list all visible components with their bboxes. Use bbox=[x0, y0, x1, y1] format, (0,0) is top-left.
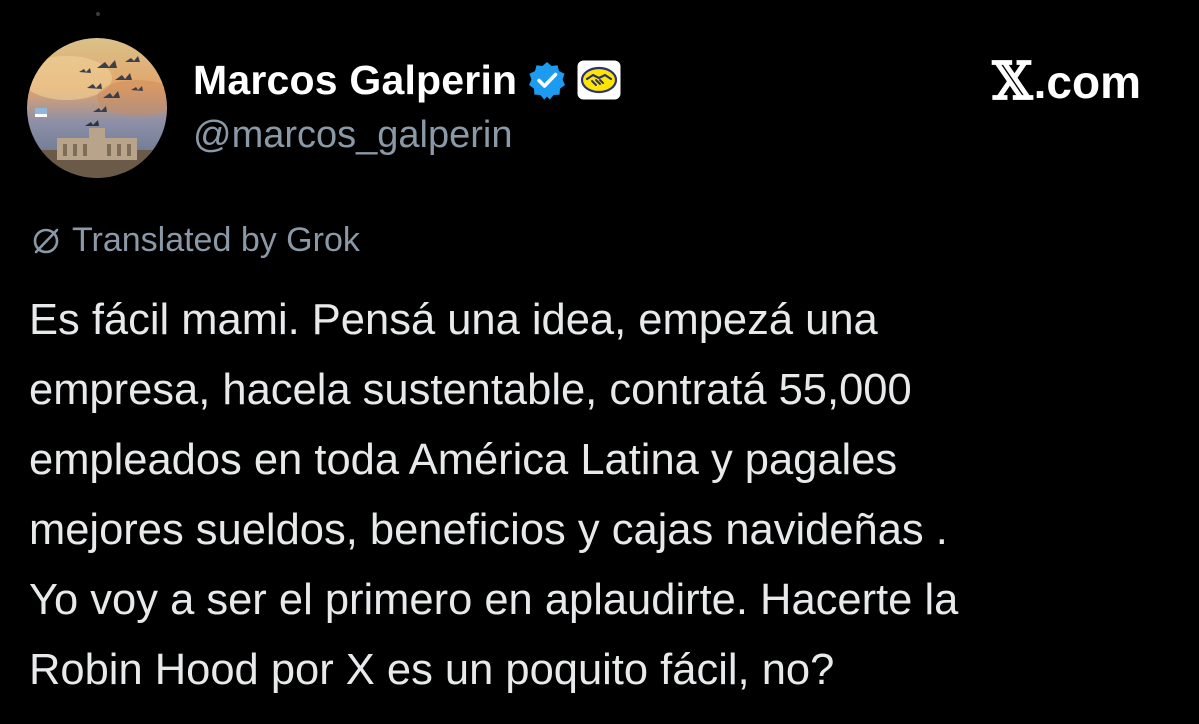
top-edge-dot bbox=[96, 12, 100, 16]
site-domain-suffix: .com bbox=[1033, 56, 1141, 108]
mercado-libre-handshake-icon[interactable] bbox=[577, 60, 621, 100]
post-text-line: empresa, hacela sustentable, contratá 55… bbox=[29, 366, 912, 414]
author-name-row: Marcos Galperin bbox=[193, 54, 621, 106]
post-text-line: Es fácil mami. Pensá una idea, empezá un… bbox=[29, 296, 878, 344]
post-text-line: mejores sueldos, beneficios y cajas navi… bbox=[29, 506, 948, 554]
translation-notice[interactable]: Translated by Grok bbox=[30, 221, 360, 260]
post-body: Es fácil mami. Pensá una idea, empezá un… bbox=[29, 285, 1189, 705]
author-handle[interactable]: @marcos_galperin bbox=[193, 114, 513, 157]
x-logo-icon: 𝕏 bbox=[992, 51, 1033, 112]
translation-label: Translated by Grok bbox=[72, 221, 360, 259]
post-text-line: Robin Hood por X es un poquito fácil, no… bbox=[29, 646, 835, 694]
site-watermark: 𝕏 .com bbox=[992, 55, 1141, 109]
author-display-name[interactable]: Marcos Galperin bbox=[193, 57, 517, 104]
grok-slash-circle-icon bbox=[33, 228, 59, 253]
post-text-line: Yo voy a ser el primero en aplaudirte. H… bbox=[29, 576, 959, 624]
avatar[interactable] bbox=[27, 38, 167, 178]
avatar-image bbox=[27, 38, 167, 178]
post-text-line: empleados en toda América Latina y pagal… bbox=[29, 436, 898, 484]
verified-badge-icon[interactable] bbox=[527, 60, 567, 100]
